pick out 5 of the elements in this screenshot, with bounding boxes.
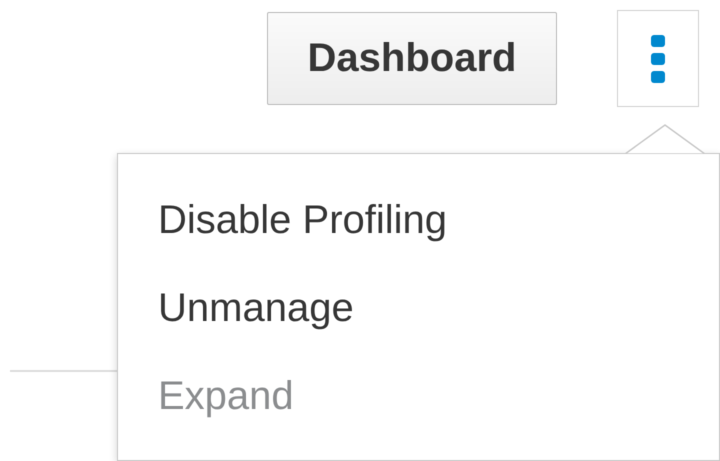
- kebab-menu-button[interactable]: [617, 10, 699, 107]
- menu-item[interactable]: Unmanage: [118, 264, 719, 352]
- menu-item[interactable]: Disable Profiling: [118, 176, 719, 264]
- kebab-icon: [651, 34, 665, 82]
- dashboard-button[interactable]: Dashboard: [267, 12, 557, 105]
